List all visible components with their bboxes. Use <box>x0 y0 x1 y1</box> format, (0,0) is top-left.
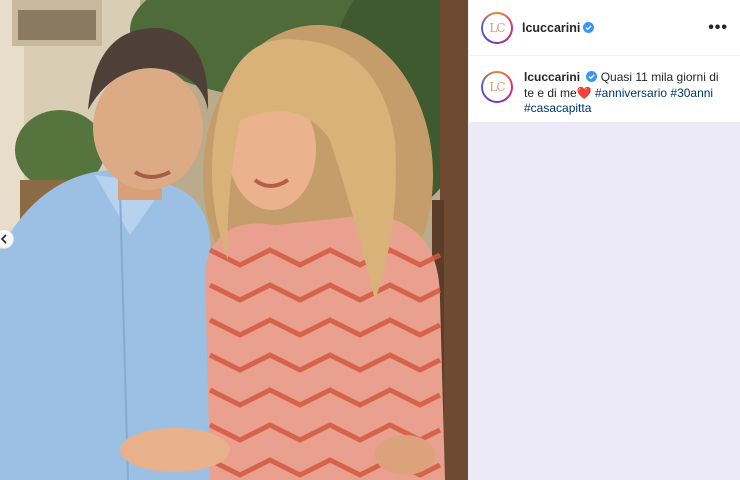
verified-badge-icon <box>583 22 595 33</box>
verified-badge-icon <box>586 71 598 82</box>
heart-emoji: ❤️ <box>576 85 592 100</box>
avatar-monogram: LC <box>483 13 511 42</box>
hashtag-link[interactable]: #casacapitta <box>524 101 591 115</box>
username-link[interactable]: lcuccarini <box>522 21 580 35</box>
caption-avatar[interactable]: LC <box>481 71 513 103</box>
post-photo[interactable] <box>0 0 468 480</box>
post-header: LC lcuccarini ••• <box>469 0 740 56</box>
avatar-monogram: LC <box>483 73 511 101</box>
avatar[interactable]: LC <box>481 11 513 44</box>
post-sidebar: LC lcuccarini ••• LC lcuccarini Quasi 11… <box>468 0 740 480</box>
more-options-button[interactable]: ••• <box>708 19 728 37</box>
comments-area <box>469 122 740 480</box>
hashtag-link[interactable]: #anniversario <box>595 86 667 100</box>
chevron-left-icon <box>0 234 7 244</box>
photo-illustration <box>0 0 468 480</box>
hashtag-link[interactable]: #30anni <box>670 86 713 100</box>
caption-username-link[interactable]: lcuccarini <box>524 70 580 84</box>
